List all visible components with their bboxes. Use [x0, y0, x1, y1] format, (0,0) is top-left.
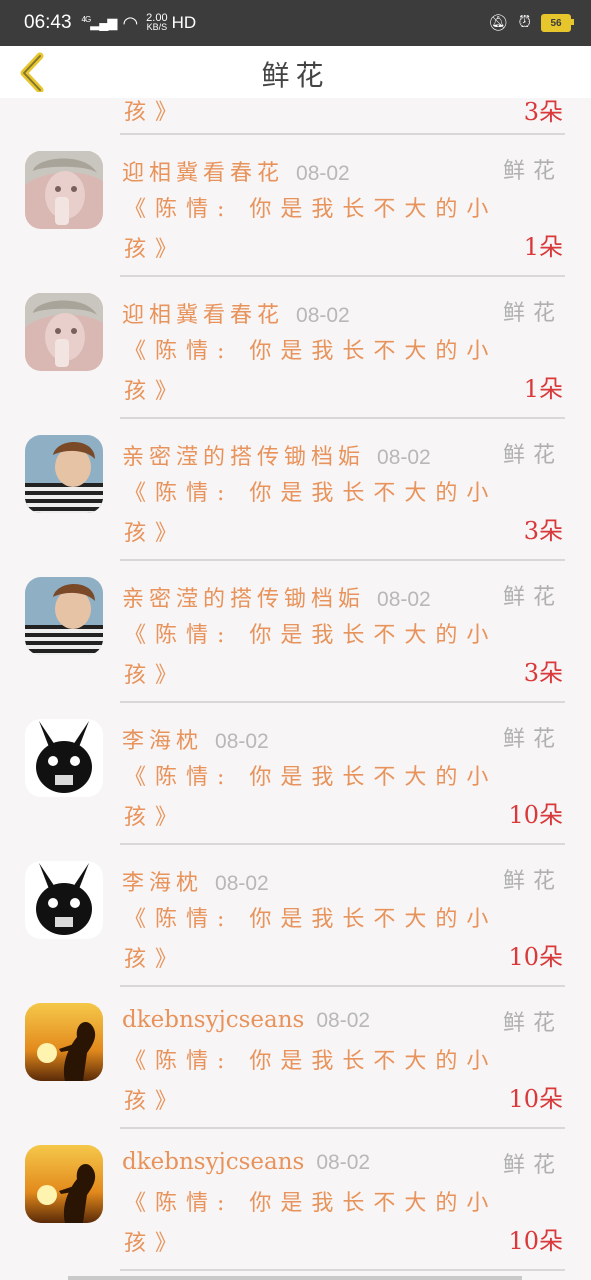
- gift-content-line2: 孩》: [124, 663, 187, 688]
- net-speed: 2.00 KB/S: [146, 13, 168, 32]
- gift-date: 08-02: [215, 730, 269, 753]
- page-title: 鲜花: [261, 59, 330, 92]
- flower-count: 10朵: [508, 943, 563, 971]
- sender-name[interactable]: 迎相冀看春花: [122, 155, 284, 187]
- gift-date: 08-02: [316, 1009, 371, 1032]
- sender-name[interactable]: dkebnsyjcseans: [122, 1007, 304, 1033]
- gift-content-line1: 《陈情: 你是我长不大的小: [124, 339, 498, 364]
- gift-content-line1: 《陈情: 你是我长不大的小: [124, 1191, 498, 1216]
- gift-date: 08-02: [377, 446, 431, 469]
- gift-type: 鲜花: [502, 301, 563, 326]
- gift-content-line2: 孩》: [124, 805, 187, 830]
- sunset-silhouette-avatar-icon: [25, 1003, 103, 1081]
- boy-photo-avatar-icon: [25, 577, 103, 655]
- divider: [120, 1269, 565, 1271]
- sender-name[interactable]: 迎相冀看春花: [122, 297, 284, 329]
- list-item[interactable]: 李海枕 08-02 鲜花 《陈情: 你是我长不大的小 孩》 10朵: [0, 845, 591, 987]
- battery-icon: 56: [541, 14, 574, 32]
- scroll-indicator: [68, 1276, 522, 1280]
- wifi-icon: ◠: [122, 12, 139, 33]
- avatar[interactable]: [25, 435, 103, 513]
- hd-label: HD: [171, 13, 197, 32]
- avatar[interactable]: [25, 577, 103, 655]
- flower-count: 3朵: [523, 659, 563, 687]
- gift-date: 08-02: [296, 162, 350, 185]
- alarm-icon: ⏰︎: [518, 14, 531, 31]
- flower-count: 1朵: [523, 375, 563, 403]
- flower-count: 10朵: [508, 1085, 563, 1113]
- gift-content-line2: 孩》: [124, 947, 187, 972]
- sender-name[interactable]: 亲密滢的搭传锄档姤: [122, 581, 365, 613]
- avatar[interactable]: [25, 1003, 103, 1081]
- flower-count: 10朵: [508, 801, 563, 829]
- gift-content-line1: 《陈情: 你是我长不大的小: [124, 623, 498, 648]
- gift-type: 鲜花: [502, 443, 563, 468]
- gift-content-line2: 孩》: [124, 379, 187, 404]
- sender-name[interactable]: dkebnsyjcseans: [122, 1149, 304, 1175]
- gift-content-line1: 《陈情: 你是我长不大的小: [124, 481, 498, 506]
- gift-content-line2: 孩》: [124, 1231, 187, 1256]
- gift-type: 鲜花: [502, 1011, 563, 1036]
- gift-date: 08-02: [377, 588, 431, 611]
- mute-icon: 🔕︎: [488, 15, 509, 32]
- status-bar: 06:43 4G▂▄▆ ◠ 2.00 KB/S HD 🔕︎ ⏰︎ 56: [0, 0, 591, 46]
- list-item[interactable]: dkebnsyjcseans 08-02 鲜花 《陈情: 你是我长不大的小 孩》…: [0, 1129, 591, 1271]
- gift-date: 08-02: [215, 872, 269, 895]
- app-header: 鲜花: [0, 46, 591, 98]
- battery-level: 56: [550, 17, 562, 29]
- anime-girl-avatar-icon: [25, 293, 103, 371]
- gift-type: 鲜花: [502, 869, 563, 894]
- gift-content-line1: 《陈情: 你是我长不大的小: [124, 197, 498, 222]
- gift-content-line1: 《陈情: 你是我长不大的小: [124, 907, 498, 932]
- gift-content-line2: 孩》: [124, 237, 187, 262]
- gift-type: 鲜花: [502, 727, 563, 752]
- signal-icon: 4G▂▄▆: [81, 15, 118, 30]
- gift-content-line2: 孩》: [124, 1089, 187, 1114]
- list-item[interactable]: 李海枕 08-02 鲜花 《陈情: 你是我长不大的小 孩》 10朵: [0, 703, 591, 845]
- sender-name[interactable]: 亲密滢的搭传锄档姤: [122, 439, 365, 471]
- rabbit-emblem-avatar-icon: [25, 719, 103, 797]
- status-time: 06:43: [24, 12, 72, 33]
- gift-content-line1: 《陈情: 你是我长不大的小: [124, 1049, 498, 1074]
- gift-date: 08-02: [296, 304, 350, 327]
- flower-count: 3朵: [523, 98, 563, 126]
- signal-label: 4G: [81, 15, 92, 24]
- anime-girl-avatar-icon: [25, 151, 103, 229]
- flower-record-list: 孩》 3朵 迎相冀看春花 08-02 鲜花 《陈情: 你是我长不大的小 孩》 1…: [0, 98, 591, 1271]
- list-item[interactable]: 迎相冀看春花 08-02 鲜花 《陈情: 你是我长不大的小 孩》 1朵: [0, 135, 591, 277]
- sender-name[interactable]: 李海枕: [122, 723, 203, 755]
- gift-type: 鲜花: [502, 159, 563, 184]
- sunset-silhouette-avatar-icon: [25, 1145, 103, 1223]
- sender-name[interactable]: 李海枕: [122, 865, 203, 897]
- flower-count: 10朵: [508, 1227, 563, 1255]
- avatar[interactable]: [25, 861, 103, 939]
- list-item[interactable]: 迎相冀看春花 08-02 鲜花 《陈情: 你是我长不大的小 孩》 1朵: [0, 277, 591, 419]
- net-speed-unit: KB/S: [146, 22, 168, 32]
- list-item[interactable]: 亲密滢的搭传锄档姤 08-02 鲜花 《陈情: 你是我长不大的小 孩》 3朵: [0, 561, 591, 703]
- rabbit-emblem-avatar-icon: [25, 861, 103, 939]
- gift-type: 鲜花: [502, 585, 563, 610]
- flower-count: 1朵: [523, 233, 563, 261]
- avatar[interactable]: [25, 719, 103, 797]
- gift-date: 08-02: [316, 1151, 371, 1174]
- list-item[interactable]: dkebnsyjcseans 08-02 鲜花 《陈情: 你是我长不大的小 孩》…: [0, 987, 591, 1129]
- list-item[interactable]: 亲密滢的搭传锄档姤 08-02 鲜花 《陈情: 你是我长不大的小 孩》 3朵: [0, 419, 591, 561]
- avatar[interactable]: [25, 151, 103, 229]
- boy-photo-avatar-icon: [25, 435, 103, 513]
- gift-content-line2: 孩》: [124, 100, 187, 125]
- list-item-partial[interactable]: 孩》 3朵: [0, 98, 591, 135]
- flower-count: 3朵: [523, 517, 563, 545]
- avatar[interactable]: [25, 1145, 103, 1223]
- gift-type: 鲜花: [502, 1153, 563, 1178]
- avatar[interactable]: [25, 293, 103, 371]
- gift-content-line2: 孩》: [124, 521, 187, 546]
- gift-content-line1: 《陈情: 你是我长不大的小: [124, 765, 498, 790]
